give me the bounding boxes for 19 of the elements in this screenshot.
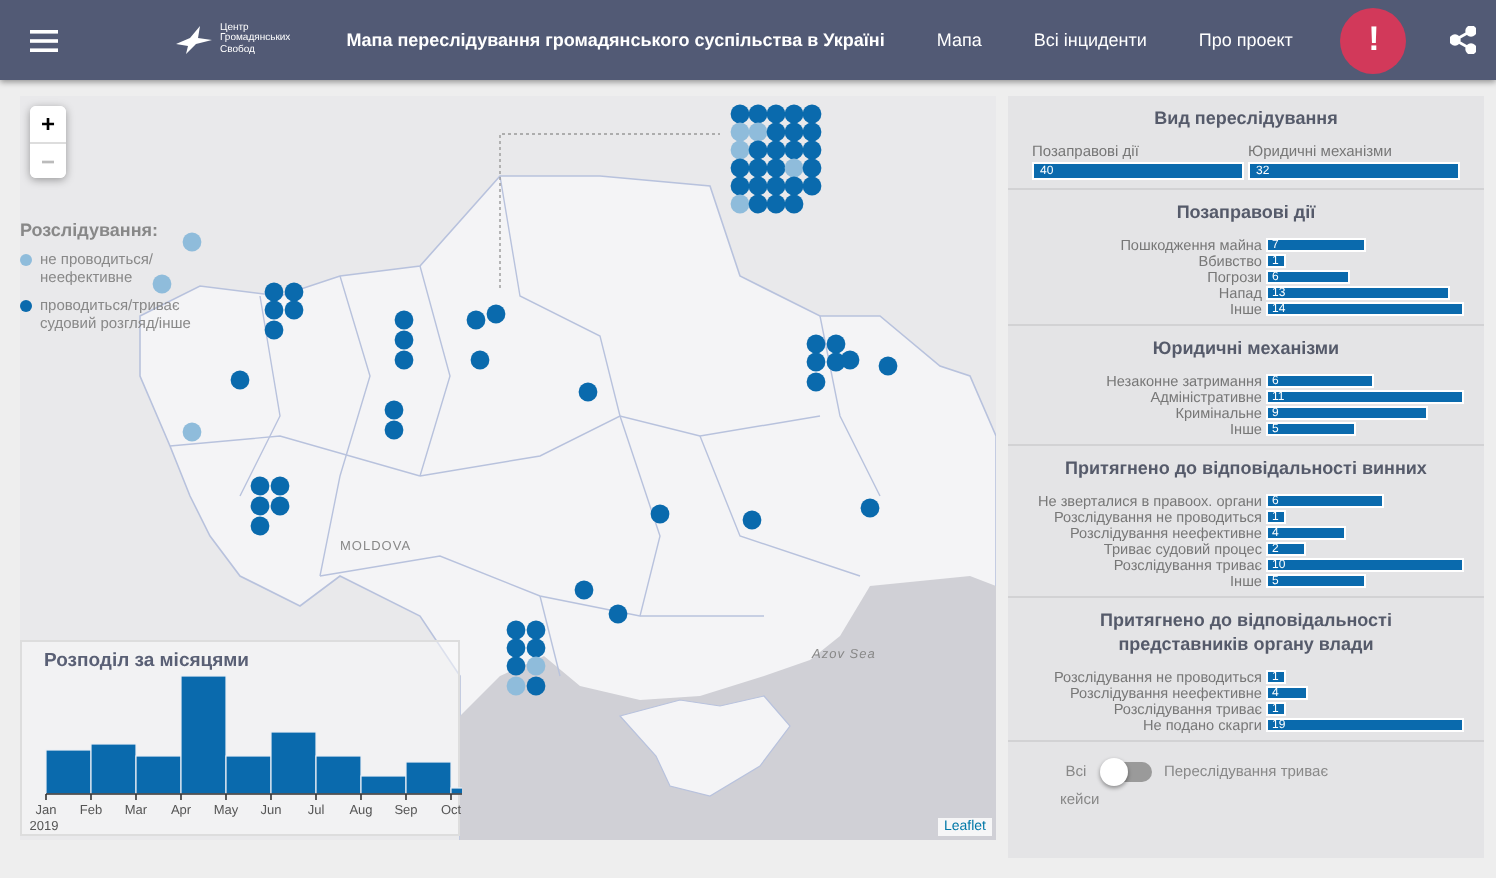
nav-link[interactable]: Про проект: [1198, 30, 1293, 50]
section-title: Юридичні механізми: [1150, 336, 1342, 360]
section-title: Вид переслідування: [1152, 106, 1340, 130]
bird-logo-icon: [174, 26, 214, 54]
menu-icon[interactable]: [30, 29, 58, 51]
page-title: Мапа переслідування громадянського суспільства в Україні: [346, 30, 885, 50]
toggle-switch[interactable]: [1104, 762, 1152, 782]
report-button[interactable]: !: [1340, 7, 1407, 73]
nav-link[interactable]: Мапа: [936, 30, 982, 50]
chart-title: Розподіл за місяцями: [44, 650, 250, 672]
histogram-bar: [90, 743, 137, 795]
legend-title: Розслідування:: [20, 220, 160, 240]
share-icon[interactable]: [1450, 26, 1477, 54]
section-title: Позаправові дії: [1174, 200, 1318, 224]
zoom-in-button[interactable]: +: [30, 106, 66, 142]
nav-link[interactable]: Всі інциденти: [1033, 30, 1147, 50]
section-title: Притягнено до відповідальності представників органу влади: [1098, 608, 1394, 656]
histogram-bar: [45, 749, 92, 795]
section-title: Притягнено до відповідальності винних: [1063, 456, 1429, 480]
